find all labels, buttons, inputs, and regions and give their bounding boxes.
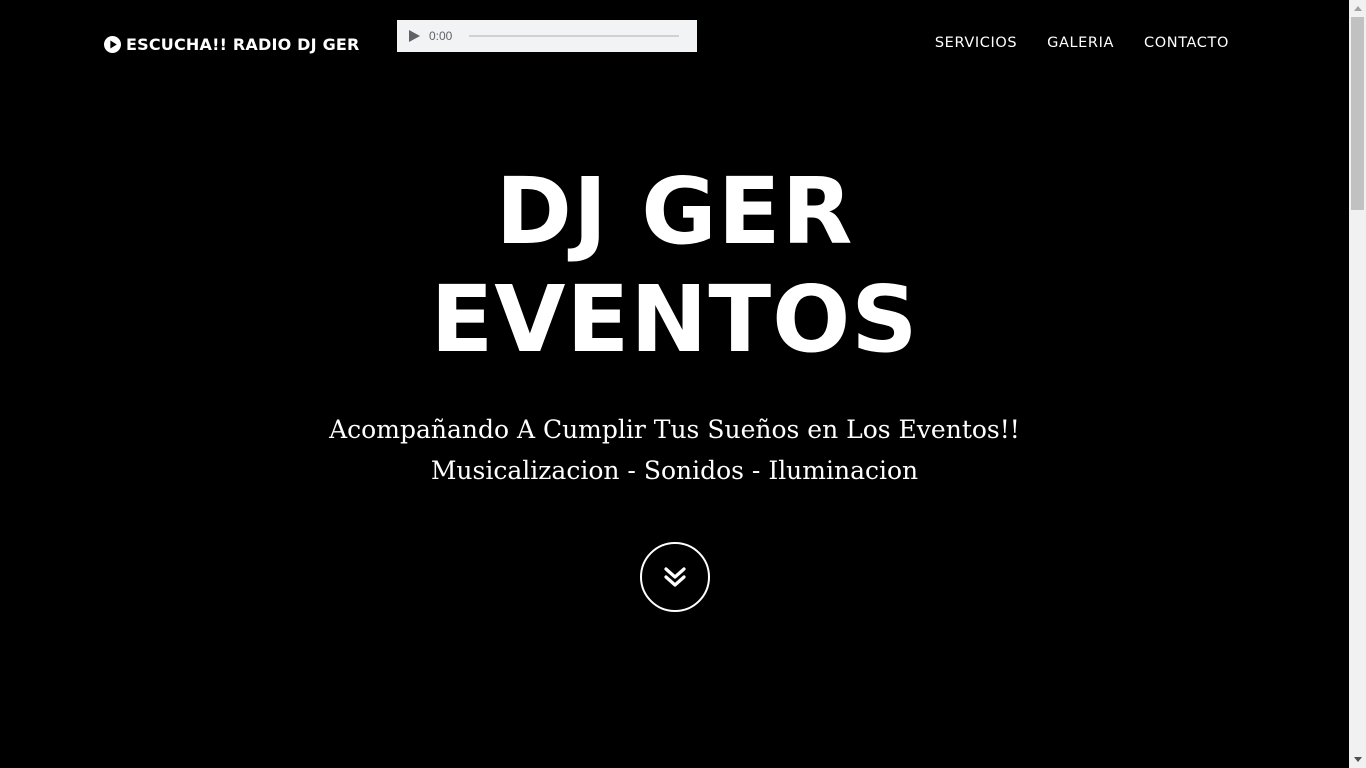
hero-subtitle-line-1: Acompañando A Cumplir Tus Sueños en Los … (329, 415, 1020, 444)
double-chevron-down-icon (664, 567, 686, 587)
hero-title-line-2: EVENTOS (430, 266, 919, 373)
nav-item-contacto[interactable]: CONTACTO (1144, 35, 1229, 51)
page: ESCUCHA!! RADIO DJ GER 0:00 SERVICIOS GA… (0, 0, 1349, 768)
hero-title: DJ GER EVENTOS (0, 158, 1349, 374)
audio-progress-track[interactable] (469, 35, 679, 37)
page-scrollbar[interactable] (1349, 0, 1366, 768)
scroll-up-arrow-icon[interactable] (1349, 0, 1366, 17)
nav-item-galeria[interactable]: GALERIA (1047, 35, 1114, 51)
scrollbar-thumb[interactable] (1351, 17, 1364, 210)
play-circle-icon (104, 35, 121, 53)
hero-subtitle: Acompañando A Cumplir Tus Sueños en Los … (0, 409, 1349, 491)
scroll-down-arrow-icon[interactable] (1349, 751, 1366, 768)
brand-text: ESCUCHA!! RADIO DJ GER (126, 34, 360, 54)
nav-item-servicios[interactable]: SERVICIOS (935, 35, 1017, 51)
hero-title-line-1: DJ GER (495, 158, 854, 265)
audio-time: 0:00 (429, 29, 453, 43)
play-icon[interactable] (407, 29, 421, 43)
hero-subtitle-line-2: Musicalizacion - Sonidos - Iluminacion (430, 456, 919, 485)
main-nav: SERVICIOS GALERIA CONTACTO (935, 35, 1229, 51)
scroll-down-button[interactable] (640, 542, 710, 612)
audio-player[interactable]: 0:00 (397, 20, 697, 52)
brand-link[interactable]: ESCUCHA!! RADIO DJ GER (104, 33, 360, 55)
